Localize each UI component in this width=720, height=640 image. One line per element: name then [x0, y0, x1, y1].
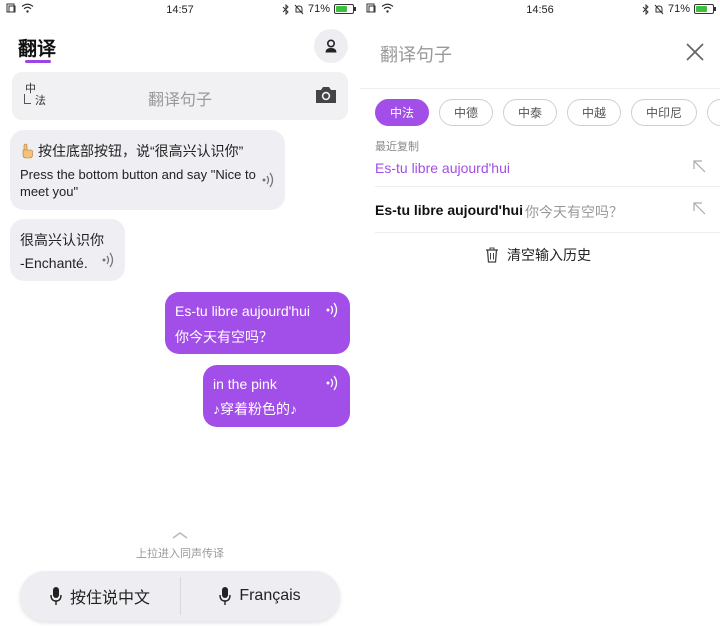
alarm-muted-icon [654, 4, 664, 14]
recent-copy-text: Es-tu libre aujourd'hui [375, 160, 510, 176]
history-translation: 你今天有空吗？ [525, 204, 623, 220]
translate-input-bar[interactable]: 中 法 翻译句子 [12, 72, 348, 120]
message-source: Es-tu libre aujourd'hui [175, 303, 310, 319]
mic-bar: 按住说中文 Français [20, 571, 340, 621]
bluetooth-icon [642, 3, 649, 15]
battery-fill [336, 6, 348, 12]
chip-zh-fr[interactable]: 中法 [375, 99, 429, 126]
message-bubble[interactable]: Es-tu libre aujourd'hui 你今天有空吗？ [165, 292, 350, 354]
translator-main-screen: 14:57 71% 翻译 中 法 翻译句子 按住底部按钮，说“很高兴认识你” P… [0, 0, 360, 640]
chip-zh-vi[interactable]: 中越 [567, 99, 621, 126]
title-underline [25, 60, 51, 63]
chevron-up-icon[interactable] [170, 530, 190, 540]
hint-english: Press the bottom button and say "Nice to… [20, 167, 256, 199]
pointing-hand-icon [22, 143, 33, 159]
trash-icon [486, 247, 498, 263]
chip-zh-id[interactable]: 中印尼 [631, 99, 697, 126]
message-translation: ♪穿着粉色的♪ [213, 401, 297, 417]
hint-chinese: 按住底部按钮，说“很高兴认识你” [38, 143, 244, 159]
battery-fill [696, 6, 708, 12]
chip-zh-de[interactable]: 中德 [439, 99, 493, 126]
status-bar: 14:57 71% [0, 0, 360, 20]
alarm-muted-icon [294, 4, 304, 14]
arrow-up-left-icon[interactable] [691, 200, 707, 216]
divider [360, 88, 720, 89]
mic-right-label: Français [239, 587, 301, 604]
recent-copy-label: 最近复制 [375, 141, 419, 153]
microphone-icon [50, 587, 62, 605]
user-icon [325, 39, 337, 53]
battery-percent: 71% [307, 3, 330, 15]
recent-copy-item[interactable]: Es-tu libre aujourd'hui [375, 158, 720, 186]
battery-icon [334, 4, 356, 14]
message-bubble[interactable]: in the pink ♪穿着粉色的♪ [203, 365, 350, 427]
page-title: 翻译 [18, 39, 57, 60]
translate-input-placeholder[interactable]: 翻译句子 [12, 86, 348, 110]
divider [375, 232, 720, 233]
profile-button[interactable] [314, 29, 348, 63]
bluetooth-icon [282, 3, 289, 15]
translation-input-screen: 14:56 71% 翻译句子 中法 中德 中泰 中越 中印尼 最近复制 Es-t… [360, 0, 720, 640]
microphone-icon [219, 587, 232, 605]
camera-button[interactable] [314, 84, 338, 111]
divider [375, 186, 720, 187]
arrow-up-left-icon[interactable] [691, 158, 707, 174]
close-icon[interactable] [685, 42, 705, 62]
message-translation: -Enchanté. [20, 255, 88, 271]
message-source: in the pink [213, 376, 277, 392]
chip-zh-th[interactable]: 中泰 [503, 99, 557, 126]
battery-percent: 71% [667, 3, 690, 15]
chip-more-partial[interactable] [707, 99, 720, 126]
mic-left-label: 按住说中文 [69, 590, 150, 607]
message-source: 很高兴认识你 [20, 232, 104, 248]
status-bar: 14:56 71% [360, 0, 720, 20]
clear-history-label: 清空输入历史 [507, 247, 591, 263]
translate-input-field[interactable]: 翻译句子 [380, 41, 452, 67]
message-translation: 你今天有空吗？ [175, 329, 273, 345]
speaker-icon[interactable] [262, 170, 276, 190]
speaker-icon[interactable] [326, 300, 340, 320]
camera-icon [316, 87, 336, 103]
history-item[interactable]: Es-tu libre aujourd'hui 你今天有空吗？ [375, 200, 720, 224]
speaker-icon[interactable] [326, 373, 340, 393]
history-source: Es-tu libre aujourd'hui [375, 202, 523, 218]
clear-history-button[interactable]: 清空输入历史 [485, 245, 591, 265]
speaker-icon[interactable] [102, 250, 116, 270]
hold-to-speak-chinese-button[interactable]: 按住说中文 [20, 571, 180, 621]
hold-to-speak-french-button[interactable]: Français [180, 571, 340, 621]
simultaneous-interpretation-hint[interactable]: 上拉进入同声传译 [0, 545, 360, 561]
message-bubble[interactable]: 很高兴认识你 -Enchanté. [10, 219, 125, 281]
hint-bubble: 按住底部按钮，说“很高兴认识你” Press the bottom button… [10, 130, 285, 210]
battery-icon [694, 4, 716, 14]
